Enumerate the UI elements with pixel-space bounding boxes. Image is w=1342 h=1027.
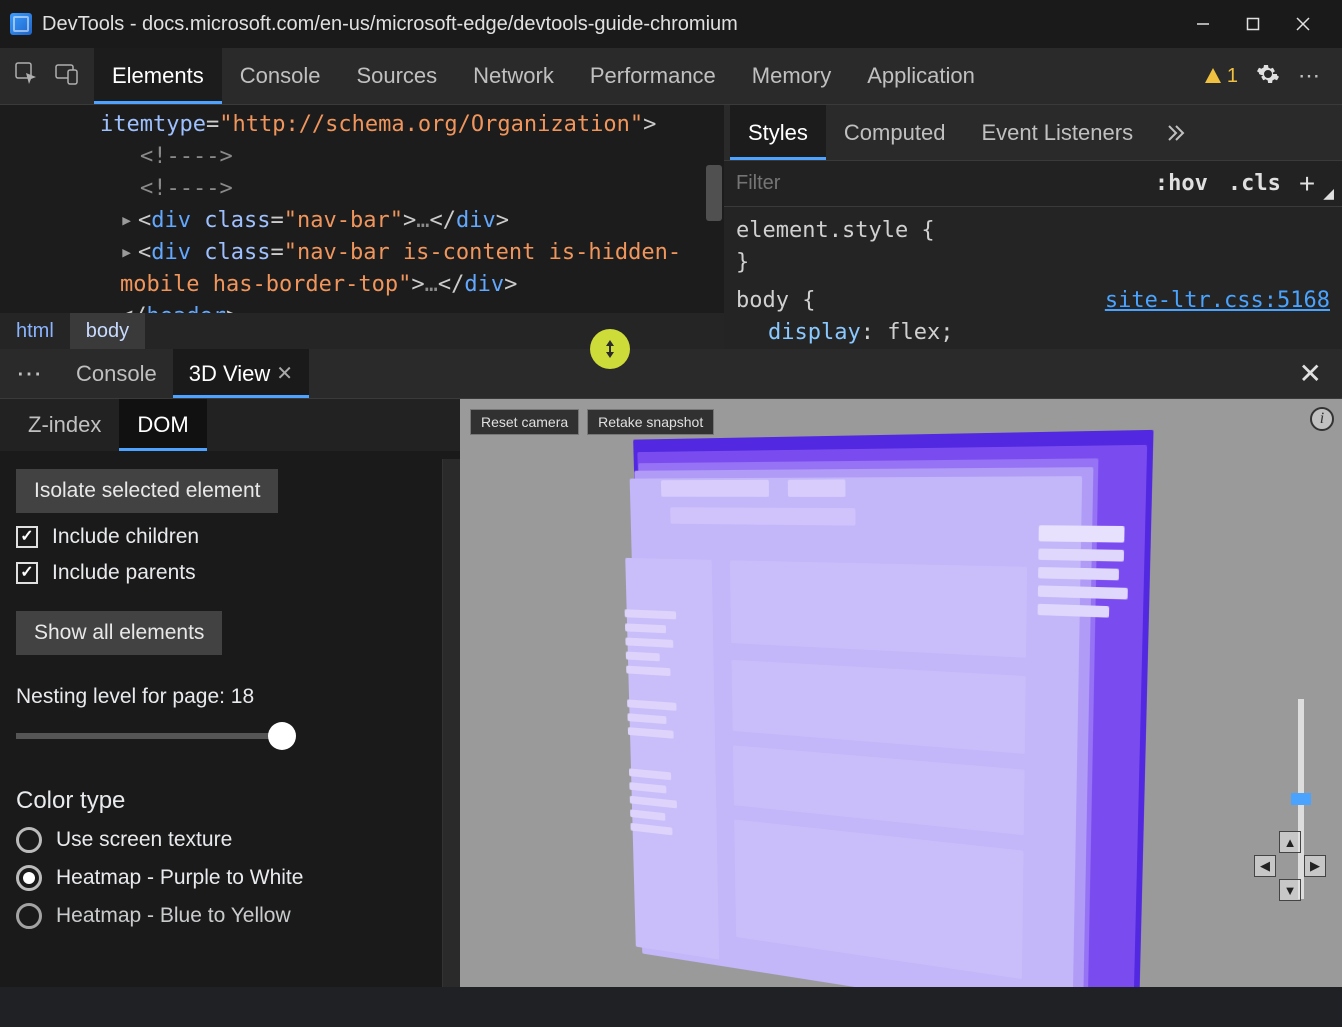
threed-sidebar: Z-index DOM Isolate selected element Inc… bbox=[0, 399, 460, 987]
radio-label: Heatmap - Purple to White bbox=[56, 866, 303, 890]
threed-viewport[interactable]: Reset camera Retake snapshot i bbox=[460, 399, 1342, 987]
maximize-button[interactable] bbox=[1242, 13, 1264, 35]
css-brace: } bbox=[736, 250, 749, 275]
elements-tree[interactable]: itemtype="http://schema.org/Organization… bbox=[0, 105, 724, 313]
tab-zindex[interactable]: Z-index bbox=[10, 399, 119, 451]
css-property[interactable]: display bbox=[768, 320, 861, 345]
css-source-link[interactable]: site-ltr.css:5168 bbox=[1105, 285, 1330, 317]
styles-pane: Styles Computed Event Listeners :hov .cl… bbox=[724, 105, 1342, 349]
nav-up-icon[interactable]: ▲ bbox=[1279, 831, 1301, 853]
tab-event-listeners[interactable]: Event Listeners bbox=[963, 105, 1151, 160]
css-value[interactable]: flex; bbox=[887, 320, 953, 345]
tab-memory[interactable]: Memory bbox=[734, 48, 849, 104]
checkbox-label: Include parents bbox=[52, 561, 196, 585]
window-title: DevTools - docs.microsoft.com/en-us/micr… bbox=[42, 13, 1192, 36]
radio-heatmap-blue[interactable] bbox=[16, 903, 42, 929]
drawer-tab-console[interactable]: Console bbox=[60, 349, 173, 398]
new-style-rule-icon[interactable]: + bbox=[1291, 170, 1323, 198]
tab-sources[interactable]: Sources bbox=[338, 48, 455, 104]
attr-name: itemtype bbox=[100, 112, 206, 137]
radio-heatmap-purple[interactable] bbox=[16, 865, 42, 891]
nav-arrows: ▲ ▼ ◀ ▶ bbox=[1250, 831, 1330, 911]
styles-filter-input[interactable] bbox=[724, 172, 1145, 195]
device-toggle-icon[interactable] bbox=[54, 61, 80, 92]
tab-console[interactable]: Console bbox=[222, 48, 339, 104]
window-titlebar: DevTools - docs.microsoft.com/en-us/micr… bbox=[0, 0, 1342, 48]
resize-handle-icon[interactable] bbox=[590, 329, 630, 369]
sidebar-scrollbar[interactable] bbox=[442, 459, 460, 987]
tab-styles[interactable]: Styles bbox=[730, 105, 826, 160]
checkbox-include-parents[interactable] bbox=[16, 562, 38, 584]
class-value: "nav-bar" bbox=[284, 208, 403, 233]
close-drawer-icon[interactable]: ✕ bbox=[1279, 349, 1342, 398]
tab-dom[interactable]: DOM bbox=[119, 399, 206, 451]
ellipsis: … bbox=[416, 208, 429, 233]
retake-snapshot-button[interactable]: Retake snapshot bbox=[587, 409, 714, 435]
checkbox-label: Include children bbox=[52, 525, 199, 549]
warnings-count: 1 bbox=[1227, 65, 1238, 88]
ellipsis: … bbox=[425, 272, 438, 297]
radio-label: Heatmap - Blue to Yellow bbox=[56, 904, 291, 928]
comment-node: <!----> bbox=[140, 176, 233, 201]
show-all-button[interactable]: Show all elements bbox=[16, 611, 222, 655]
drawer-more-icon[interactable]: ⋯ bbox=[0, 349, 60, 398]
nav-right-icon[interactable]: ▶ bbox=[1304, 855, 1326, 877]
reset-camera-button[interactable]: Reset camera bbox=[470, 409, 579, 435]
more-styles-tabs-icon[interactable] bbox=[1151, 105, 1201, 160]
crumb-body[interactable]: body bbox=[70, 313, 145, 349]
checkbox-include-children[interactable] bbox=[16, 526, 38, 548]
close-tab-icon[interactable]: ✕ bbox=[276, 361, 293, 386]
close-button[interactable] bbox=[1292, 13, 1314, 35]
drawer-tab-bar: ⋯ Console 3D View✕ ✕ bbox=[0, 349, 1342, 399]
nav-down-icon[interactable]: ▼ bbox=[1279, 879, 1301, 901]
attr-value: "http://schema.org/Organization" bbox=[219, 112, 643, 137]
crumb-html[interactable]: html bbox=[0, 313, 70, 349]
nesting-level-label: Nesting level for page: 18 bbox=[16, 685, 444, 709]
tab-elements[interactable]: Elements bbox=[94, 48, 222, 104]
info-icon[interactable]: i bbox=[1310, 407, 1334, 431]
radio-screen-texture[interactable] bbox=[16, 827, 42, 853]
comment-node: <!----> bbox=[140, 144, 233, 169]
more-tabs-icon[interactable] bbox=[993, 48, 1013, 104]
app-icon bbox=[10, 13, 32, 35]
tab-performance[interactable]: Performance bbox=[572, 48, 734, 104]
css-selector[interactable]: body { bbox=[736, 288, 815, 313]
nesting-slider[interactable] bbox=[16, 721, 444, 751]
minimize-button[interactable] bbox=[1192, 13, 1214, 35]
tab-network[interactable]: Network bbox=[455, 48, 572, 104]
more-options-icon[interactable]: ⋯ bbox=[1298, 63, 1322, 89]
nav-left-icon[interactable]: ◀ bbox=[1254, 855, 1276, 877]
tab-computed[interactable]: Computed bbox=[826, 105, 964, 160]
hov-toggle[interactable]: :hov bbox=[1145, 171, 1218, 196]
warnings-badge[interactable]: 1 bbox=[1203, 65, 1238, 88]
expand-corner-icon[interactable]: ◢ bbox=[1323, 185, 1342, 206]
settings-icon[interactable] bbox=[1256, 62, 1280, 91]
threed-scene[interactable] bbox=[590, 439, 1210, 987]
main-tab-bar: Elements Console Sources Network Perform… bbox=[0, 48, 1342, 105]
color-type-title: Color type bbox=[16, 787, 444, 815]
elements-scrollbar[interactable] bbox=[706, 165, 722, 221]
drawer-tab-3dview[interactable]: 3D View✕ bbox=[173, 349, 309, 398]
drawer-tab-label: 3D View bbox=[189, 361, 271, 387]
isolate-button[interactable]: Isolate selected element bbox=[16, 469, 278, 513]
css-selector[interactable]: element.style { bbox=[736, 218, 935, 243]
inspect-icon[interactable] bbox=[14, 61, 40, 92]
tab-application[interactable]: Application bbox=[849, 48, 993, 104]
radio-label: Use screen texture bbox=[56, 828, 232, 852]
cls-toggle[interactable]: .cls bbox=[1218, 171, 1291, 196]
